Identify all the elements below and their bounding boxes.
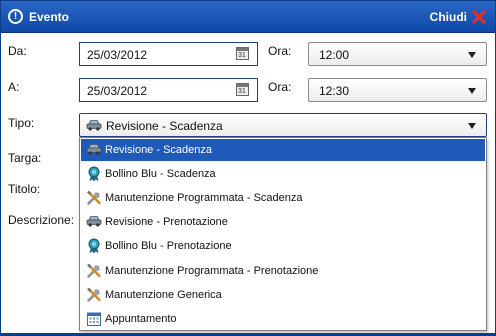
- tipo-label: Tipo:: [8, 116, 35, 130]
- a-label: A:: [8, 80, 20, 94]
- chevron-down-icon: [468, 52, 476, 58]
- da-date-field[interactable]: 25/03/2012 31: [79, 42, 258, 66]
- close-icon: [472, 10, 486, 24]
- dropdown-item-label: Bollino Blu - Prenotazione: [105, 240, 232, 253]
- car-icon: [86, 118, 102, 135]
- dropdown-item[interactable]: Bollino Blu - Prenotazione: [81, 235, 485, 257]
- chevron-down-icon: [468, 88, 476, 94]
- tipo-dropdown-list: Revisione - Scadenza Bollino Blu - Scaden…: [79, 137, 487, 331]
- event-dialog: ! Evento Chiudi Da: 25/03/2012 31 Ora: 1…: [0, 0, 496, 336]
- dropdown-item-label: Manutenzione Programmata - Prenotazione: [105, 264, 319, 277]
- dropdown-item[interactable]: Bollino Blu - Scadenza: [81, 163, 485, 185]
- tools-icon: [86, 190, 102, 206]
- a-date-value: 25/03/2012: [87, 84, 148, 98]
- badge-icon: [86, 238, 102, 254]
- ora-start-select[interactable]: 12:00: [308, 42, 487, 66]
- tools-icon: [86, 263, 102, 279]
- dialog-title: Evento: [29, 10, 70, 24]
- close-button[interactable]: Chiudi: [430, 8, 487, 26]
- ora-start-value: 12:00: [319, 48, 350, 62]
- da-date-value: 25/03/2012: [87, 48, 148, 62]
- dropdown-item-label: Appuntamento: [105, 312, 177, 325]
- info-icon: !: [8, 9, 23, 24]
- tools-icon: [86, 287, 102, 303]
- bottom-border: [1, 333, 495, 335]
- calendar-icon[interactable]: 31: [236, 83, 249, 96]
- calendar-icon: [86, 311, 102, 327]
- dropdown-item-label: Revisione - Prenotazione: [105, 216, 228, 229]
- titolo-label: Titolo:: [8, 182, 41, 196]
- dropdown-item-label: Manutenzione Generica: [105, 288, 222, 301]
- dropdown-item[interactable]: Revisione - Prenotazione: [81, 211, 485, 233]
- dropdown-item-label: Manutenzione Programmata - Scadenza: [105, 192, 303, 205]
- descrizione-label: Descrizione:: [8, 213, 75, 227]
- dropdown-item[interactable]: Manutenzione Programmata - Scadenza: [81, 187, 485, 209]
- car-icon: [86, 214, 102, 230]
- title-bar: ! Evento Chiudi: [1, 1, 495, 33]
- car-icon: [86, 142, 102, 158]
- calendar-icon[interactable]: 31: [236, 47, 249, 60]
- dropdown-item-label: Revisione - Scadenza: [105, 144, 213, 156]
- ora-end-value: 12:30: [319, 84, 350, 98]
- chevron-down-icon: [468, 123, 476, 129]
- badge-icon: [86, 166, 102, 182]
- dropdown-item[interactable]: Appuntamento: [81, 308, 485, 330]
- ora-start-label: Ora:: [268, 44, 292, 58]
- a-date-field[interactable]: 25/03/2012 31: [79, 78, 258, 102]
- tipo-select[interactable]: Revisione - Scadenza: [79, 113, 487, 137]
- ora-end-select[interactable]: 12:30: [308, 78, 487, 102]
- ora-end-label: Ora:: [268, 80, 292, 94]
- targa-label: Targa:: [8, 151, 42, 165]
- close-label: Chiudi: [429, 10, 467, 24]
- tipo-value: Revisione - Scadenza: [106, 119, 223, 133]
- dropdown-item[interactable]: Manutenzione Programmata - Prenotazione: [81, 260, 485, 282]
- da-label: Da:: [8, 44, 27, 58]
- dropdown-item[interactable]: Revisione - Scadenza: [81, 139, 485, 161]
- dropdown-item-label: Bollino Blu - Scadenza: [105, 168, 216, 181]
- dropdown-item[interactable]: Manutenzione Generica: [81, 284, 485, 306]
